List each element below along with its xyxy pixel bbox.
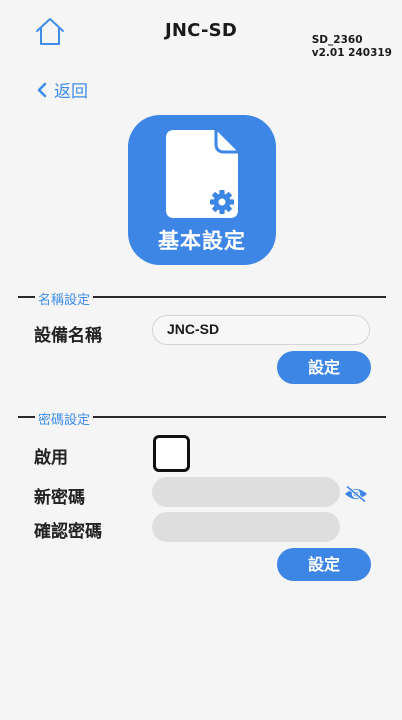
eye-slash-icon[interactable] <box>343 485 369 503</box>
basic-settings-tile: 基本設定 <box>128 115 276 265</box>
version-label: v2.01 240319 <box>311 47 392 59</box>
enable-checkbox[interactable] <box>153 435 190 472</box>
chevron-left-icon <box>37 82 47 97</box>
model-label: SD_2360 <box>311 34 363 46</box>
device-name-field[interactable]: JNC-SD <box>152 315 370 345</box>
back-label: 返回 <box>54 82 88 102</box>
set-name-button[interactable]: 設定 <box>277 351 371 384</box>
password-section-title: 密碼設定 <box>35 409 94 428</box>
version-info: SD_2360 v2.01 240319 <box>312 34 392 60</box>
confirm-password-label: 確認密碼 <box>34 522 102 542</box>
confirm-password-field[interactable] <box>152 512 340 542</box>
set-password-button[interactable]: 設定 <box>277 548 371 581</box>
back-button[interactable]: 返回 <box>36 77 88 102</box>
new-password-label: 新密碼 <box>34 488 85 508</box>
document-gear-icon <box>166 130 238 218</box>
enable-label: 啟用 <box>34 448 68 468</box>
header: JNC-SD SD_2360 v2.01 240319 <box>0 0 402 64</box>
tile-label: 基本設定 <box>158 229 246 253</box>
device-name-label: 設備名稱 <box>34 326 102 346</box>
name-section-title: 名稱設定 <box>35 289 94 308</box>
new-password-field[interactable] <box>152 477 340 507</box>
